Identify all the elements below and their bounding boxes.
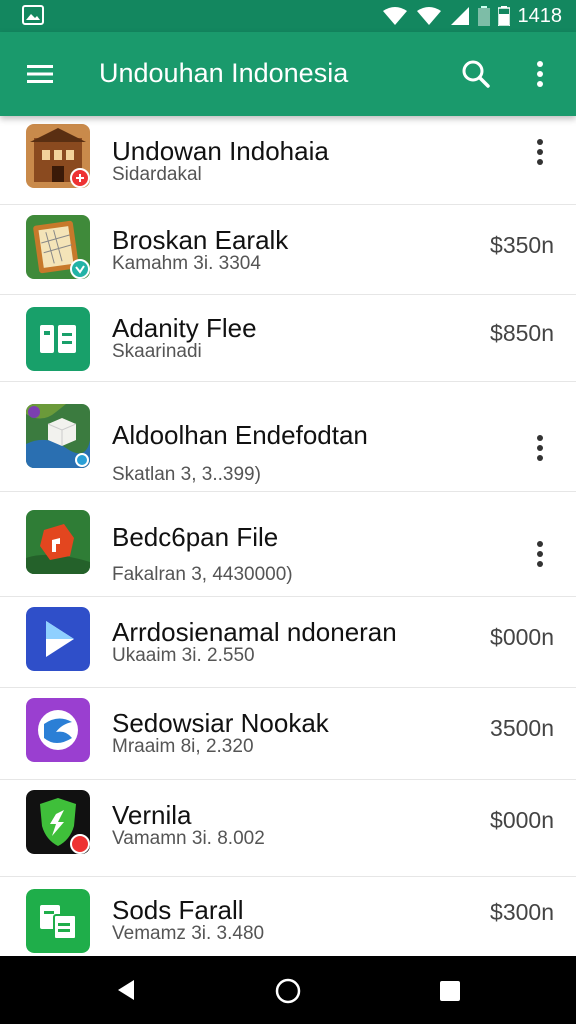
list-item[interactable]: Bedc6pan File Fakalran 3, 4430000): [0, 492, 576, 597]
item-title: Undowan Indohaia: [112, 136, 329, 166]
item-subtitle: Ukaaim 3i. 2.550: [112, 645, 255, 666]
shield-app-icon: [26, 790, 90, 854]
back-triangle-icon[interactable]: [106, 970, 146, 1010]
item-title: Bedc6pan File: [112, 522, 279, 552]
item-title: Vernila: [112, 800, 192, 830]
item-subtitle: Sidardakal: [112, 164, 202, 185]
item-price: $300n: [490, 899, 554, 925]
list-item[interactable]: Adanity Flee Skaarinadi $850n: [0, 295, 576, 382]
page-title: Undouhan Indonesia: [99, 58, 349, 88]
hamburger-menu-icon[interactable]: [18, 52, 62, 96]
building-app-icon: [26, 124, 90, 188]
item-subtitle: Skaarinadi: [112, 341, 202, 362]
overflow-menu-icon[interactable]: [520, 52, 560, 96]
app-bar: Undouhan Indonesia: [0, 32, 576, 116]
file-transfer-app-icon: [26, 889, 90, 953]
item-price: $350n: [490, 232, 554, 258]
play-app-icon: [26, 607, 90, 671]
red-cube-app-icon: [26, 510, 90, 574]
status-time: 1418: [517, 4, 563, 27]
list-item[interactable]: Sods Farall Vemamz 3i. 3.480 $300n: [0, 877, 576, 956]
item-title: Broskan Earalk: [112, 225, 289, 255]
list-item[interactable]: Undowan Indohaia Sidardakal: [0, 116, 576, 205]
file-manager-app-icon: [26, 307, 90, 371]
wifi-icon: [382, 7, 407, 25]
search-icon[interactable]: [454, 52, 498, 96]
recents-square-icon[interactable]: [430, 970, 470, 1010]
item-subtitle: Mraaim 8i, 2.320: [112, 736, 254, 757]
battery-icon: [497, 6, 510, 26]
item-price: 3500n: [490, 715, 554, 741]
item-title: Aldoolhan Endefodtan: [112, 420, 368, 450]
system-nav-bar: [0, 956, 576, 1024]
item-title: Arrdosienamal ndoneran: [112, 617, 397, 647]
signal-icon: [450, 7, 469, 25]
image-notification-icon: [22, 5, 44, 25]
item-title: Sedowsiar Nookak: [112, 708, 329, 738]
grid-board-app-icon: [26, 215, 90, 279]
item-title: Adanity Flee: [112, 313, 257, 343]
list-item[interactable]: Aldoolhan Endefodtan Skatlan 3, 3..399): [0, 382, 576, 492]
list-item[interactable]: Arrdosienamal ndoneran Ukaaim 3i. 2.550 …: [0, 597, 576, 688]
map-cube-app-icon: [26, 404, 90, 468]
wifi-icon: [416, 7, 441, 25]
list-item[interactable]: Vernila Vamamn 3i. 8.002 $000n: [0, 780, 576, 877]
item-subtitle: Vamamn 3i. 8.002: [112, 828, 265, 849]
item-subtitle: Kamahm 3i. 3304: [112, 253, 261, 274]
item-subtitle: Vemamz 3i. 3.480: [112, 923, 265, 944]
home-circle-icon[interactable]: [268, 970, 308, 1010]
overflow-menu-icon[interactable]: [526, 428, 554, 468]
item-subtitle: Skatlan 3, 3..399): [112, 464, 261, 485]
overflow-menu-icon[interactable]: [526, 132, 554, 172]
item-price: $000n: [490, 807, 554, 833]
list-item[interactable]: Sedowsiar Nookak Mraaim 8i, 2.320 3500n: [0, 688, 576, 780]
status-bar: 1418: [0, 0, 576, 32]
item-price: $000n: [490, 624, 554, 650]
battery-icon: [477, 6, 490, 26]
overflow-menu-icon[interactable]: [526, 534, 554, 574]
chat-bubble-app-icon: [26, 698, 90, 762]
item-price: $850n: [490, 320, 554, 346]
item-title: Sods Farall: [112, 895, 244, 925]
list-item[interactable]: Broskan Earalk Kamahm 3i. 3304 $350n: [0, 205, 576, 295]
item-subtitle: Fakalran 3, 4430000): [112, 564, 293, 585]
